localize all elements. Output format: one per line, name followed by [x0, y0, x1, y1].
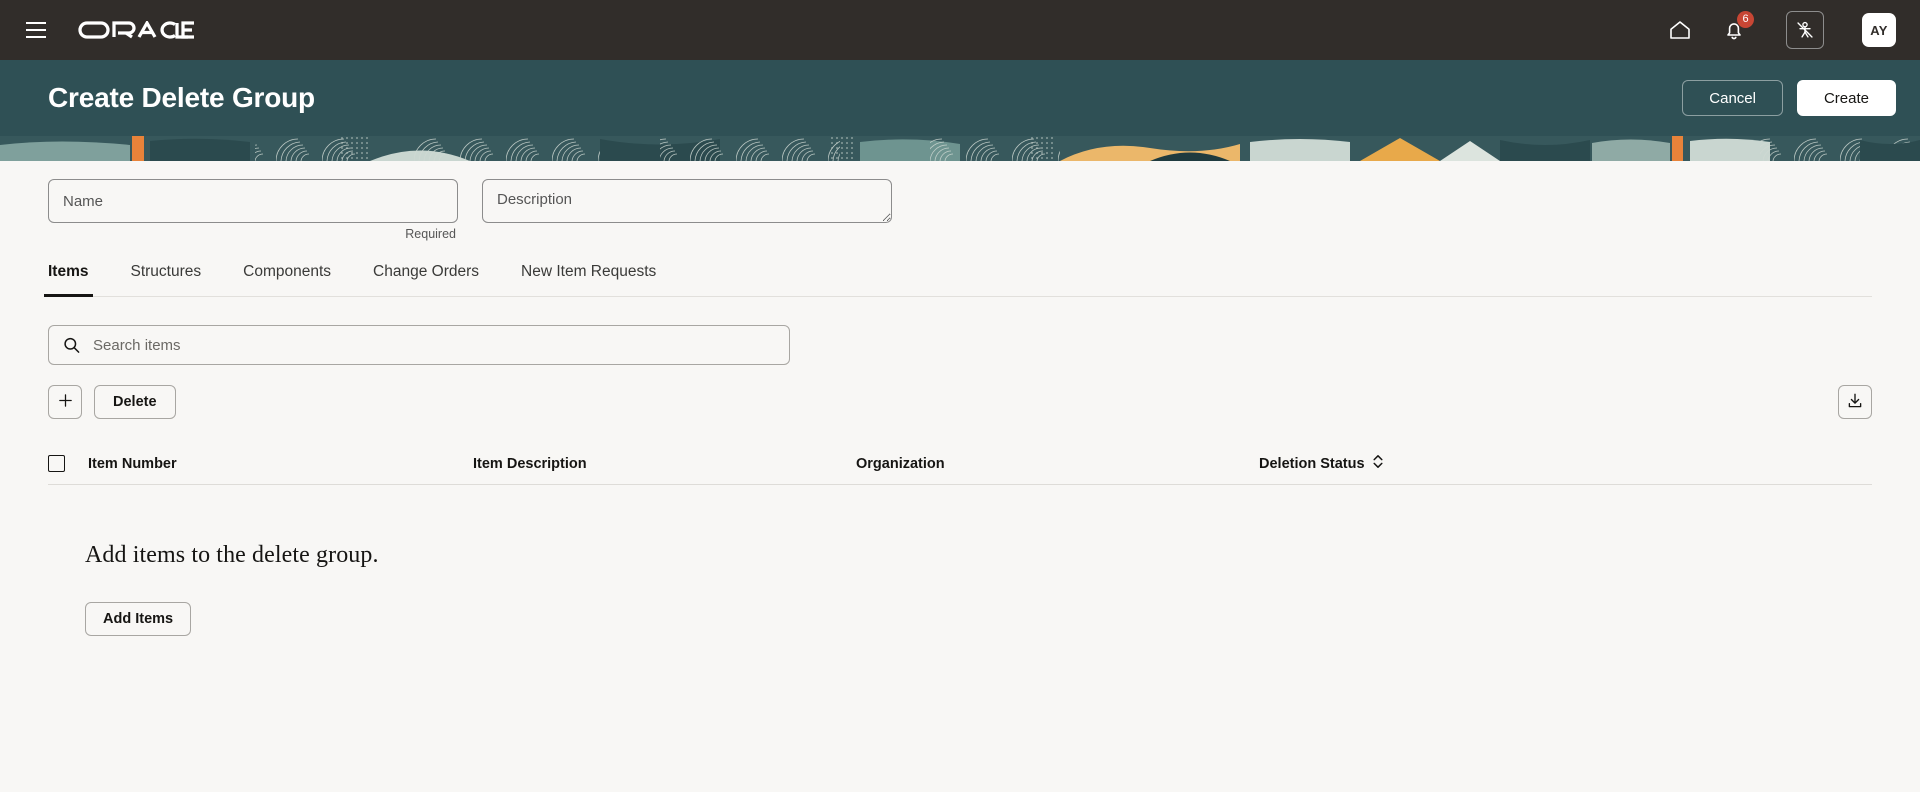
tab-bar: Items Structures Components Change Order… [44, 257, 1872, 297]
download-icon [1846, 392, 1864, 413]
page-header: Create Delete Group Cancel Create [0, 60, 1920, 136]
bell-icon[interactable]: 6 [1714, 10, 1754, 50]
hamburger-line [26, 22, 46, 24]
column-header-deletion-status[interactable]: Deletion Status [1259, 454, 1384, 473]
page-title: Create Delete Group [48, 82, 315, 113]
avatar-initials: AY [1870, 22, 1888, 38]
search-input[interactable] [48, 325, 790, 365]
description-field-group [482, 179, 892, 223]
tab-components[interactable]: Components [239, 257, 335, 297]
empty-state: Add items to the delete group. Add Items [48, 485, 1872, 636]
global-navigation-bar: 6 AY [0, 0, 1920, 60]
plus-icon [57, 392, 74, 412]
home-icon[interactable] [1660, 10, 1700, 50]
avatar[interactable]: AY [1862, 13, 1896, 47]
hamburger-line [26, 36, 46, 38]
form-row: Required [48, 161, 1872, 241]
name-field-group: Required [48, 179, 458, 241]
column-header-organization[interactable]: Organization [856, 456, 1259, 472]
column-header-item-description[interactable]: Item Description [473, 456, 856, 472]
name-input[interactable] [48, 179, 458, 223]
tab-new-item-requests[interactable]: New Item Requests [517, 257, 660, 297]
header-action-group: Cancel Create [1682, 80, 1896, 116]
select-all-checkbox[interactable] [48, 455, 65, 472]
select-all-cell [48, 455, 88, 472]
column-header-deletion-status-label: Deletion Status [1259, 455, 1365, 472]
sort-chevron-updown-icon[interactable] [1372, 454, 1384, 473]
main-content: Required Items Structures Components Cha… [0, 161, 1920, 636]
table-toolbar: Delete [48, 385, 1872, 419]
hamburger-menu-icon[interactable] [14, 8, 58, 52]
column-header-item-number[interactable]: Item Number [88, 456, 473, 472]
hamburger-line [26, 29, 46, 31]
global-nav-icon-group: 6 AY [1660, 10, 1896, 50]
create-button[interactable]: Create [1796, 80, 1896, 116]
decorative-banner-strip [0, 136, 1920, 161]
add-row-button[interactable] [48, 385, 82, 419]
tab-change-orders[interactable]: Change Orders [369, 257, 483, 297]
description-textarea[interactable] [482, 179, 892, 223]
cancel-button[interactable]: Cancel [1682, 80, 1783, 116]
delete-button[interactable]: Delete [94, 385, 176, 419]
search-container [48, 325, 790, 365]
empty-state-message: Add items to the delete group. [85, 542, 379, 568]
person-crossed-out-icon[interactable] [1786, 11, 1824, 49]
oracle-logo[interactable] [78, 0, 196, 60]
tab-structures[interactable]: Structures [127, 257, 206, 297]
notification-count-badge: 6 [1737, 11, 1754, 28]
export-download-button[interactable] [1838, 385, 1872, 419]
name-required-helper: Required [405, 227, 456, 241]
tab-items[interactable]: Items [44, 257, 93, 297]
add-items-button[interactable]: Add Items [85, 602, 192, 636]
table-header-row: Item Number Item Description Organizatio… [48, 443, 1872, 485]
